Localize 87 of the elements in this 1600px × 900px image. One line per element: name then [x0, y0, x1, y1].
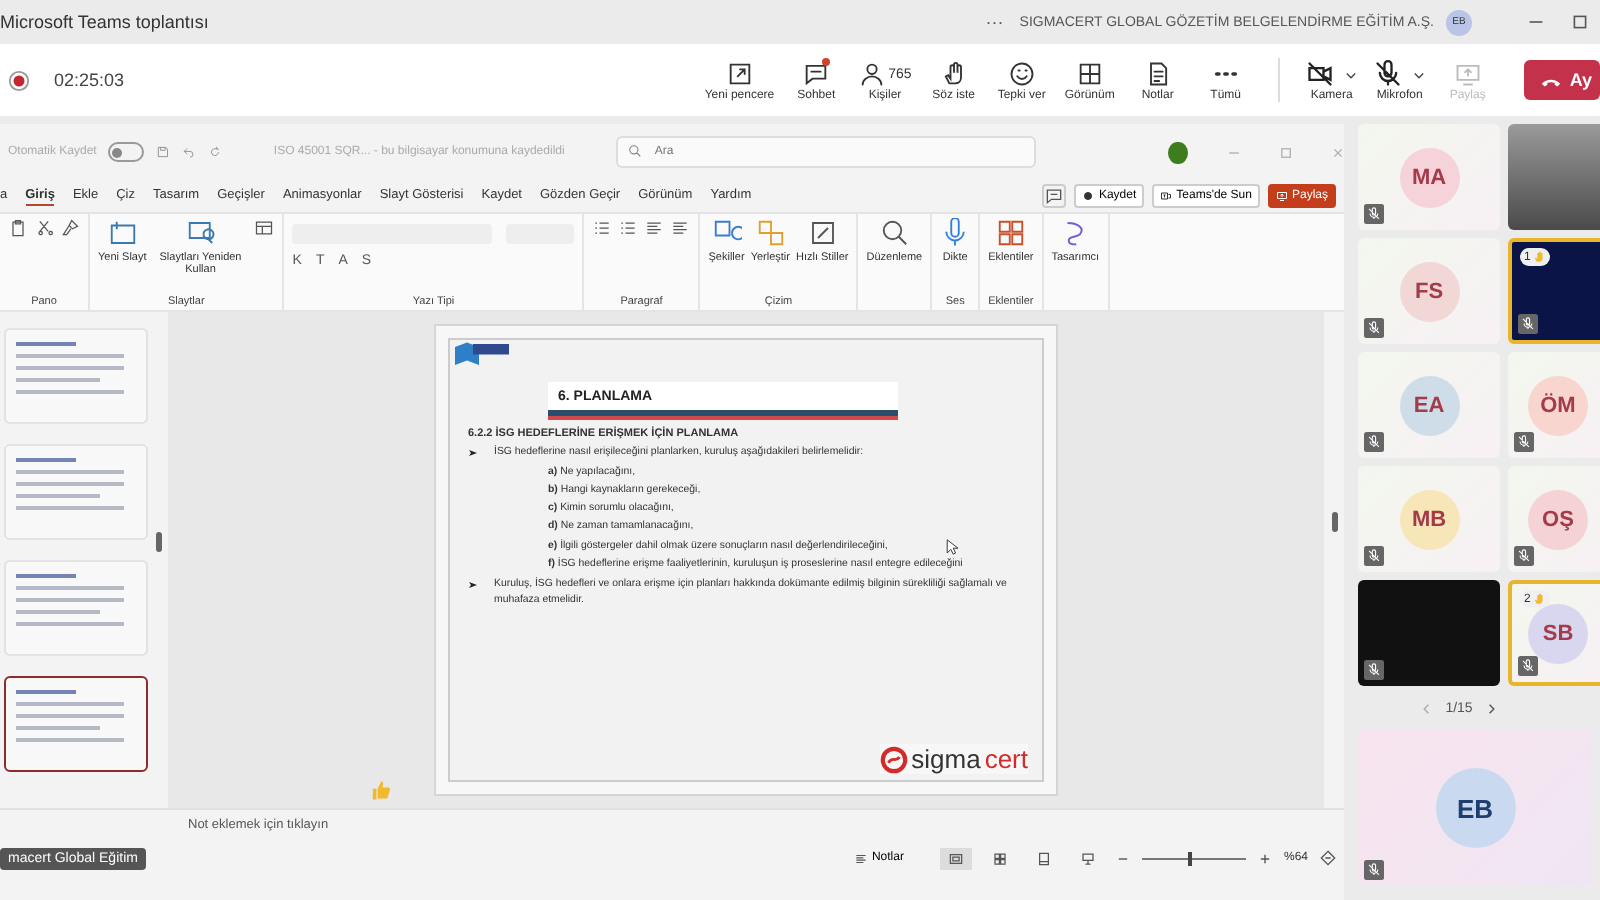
- muted-mic-icon: [1364, 432, 1384, 452]
- mouse-pointer-icon: [946, 538, 958, 556]
- muted-mic-icon: [1364, 204, 1384, 224]
- align-icon: [644, 218, 665, 238]
- share-icon: [1275, 190, 1288, 202]
- arrow-bullet-icon: [468, 447, 478, 457]
- participant-avatar: SB: [1528, 603, 1588, 663]
- list-icon: [592, 218, 613, 238]
- arrange-icon: [755, 218, 786, 248]
- hand-icon: [1532, 250, 1547, 264]
- record-icon: [1082, 190, 1095, 202]
- more-options-button[interactable]: ···: [985, 12, 1004, 32]
- maximize-icon[interactable]: [1572, 14, 1588, 30]
- participant-avatar: OŞ: [1528, 489, 1588, 549]
- user-avatar[interactable]: [1168, 141, 1188, 163]
- zoom-in-icon[interactable]: [1257, 851, 1272, 865]
- participant-tile[interactable]: EA: [1358, 352, 1500, 458]
- cut-icon: [34, 218, 54, 238]
- brush-icon: [60, 218, 80, 238]
- slide-thumbnail[interactable]: [4, 676, 148, 772]
- next-page-icon[interactable]: [1484, 701, 1499, 715]
- muted-mic-icon: [1364, 546, 1384, 566]
- chat-icon: [802, 60, 831, 88]
- muted-mic-icon: [1518, 656, 1538, 676]
- muted-mic-icon: [1518, 314, 1538, 334]
- muted-mic-icon: [1514, 546, 1534, 566]
- grid-icon: [1075, 60, 1104, 88]
- meeting-timer: 02:25:03: [54, 70, 125, 90]
- participant-tile[interactable]: MA: [1358, 124, 1500, 230]
- window-icon: [725, 60, 754, 88]
- thumbs-up-icon: [368, 778, 392, 802]
- normal-view-icon[interactable]: [939, 847, 972, 869]
- layout-icon: [254, 218, 275, 238]
- scrollbar-thumb[interactable]: [1331, 512, 1337, 532]
- participant-tile[interactable]: FS: [1358, 238, 1500, 344]
- caret-icon[interactable]: [1411, 67, 1426, 81]
- participant-avatar: MB: [1399, 489, 1459, 549]
- hand-icon: [939, 60, 968, 88]
- participant-tile[interactable]: MB: [1358, 466, 1500, 572]
- emoji-icon: [1007, 60, 1036, 88]
- zoom-slider-thumb[interactable]: [1188, 851, 1193, 865]
- book-logo-icon: [452, 338, 512, 368]
- muted-mic-icon: [1364, 860, 1384, 880]
- muted-mic-icon: [1514, 432, 1534, 452]
- notes-icon: [853, 851, 868, 865]
- hand-icon: [1532, 592, 1547, 606]
- participant-tile[interactable]: [1358, 580, 1500, 686]
- reuse-icon: [185, 218, 216, 248]
- dictate-icon: [940, 218, 971, 248]
- teams-icon: [1160, 190, 1173, 202]
- paste-icon: [8, 218, 28, 238]
- logo-text: cert: [984, 744, 1028, 774]
- find-icon: [879, 218, 910, 248]
- leave-button[interactable]: Ay: [1523, 60, 1600, 100]
- participant-avatar: EB: [1435, 768, 1515, 848]
- search-icon: [628, 144, 643, 158]
- participant-avatar: ÖM: [1528, 375, 1588, 435]
- paste-button[interactable]: [8, 218, 28, 242]
- autosave-toggle[interactable]: [108, 142, 145, 162]
- participant-avatar: MA: [1399, 147, 1459, 207]
- share-screen-icon: [1453, 60, 1482, 88]
- participant-tile[interactable]: EB: [1358, 730, 1592, 886]
- people-icon: [858, 60, 887, 88]
- undo-icon[interactable]: [182, 144, 196, 160]
- window-title: Microsoft Teams toplantısı: [0, 12, 211, 32]
- addins-icon: [995, 218, 1026, 248]
- participant-avatar: FS: [1399, 261, 1459, 321]
- comment-icon[interactable]: [1042, 184, 1067, 208]
- caret-icon[interactable]: [1343, 67, 1358, 81]
- participant-avatar: EA: [1399, 375, 1459, 435]
- participant-tile[interactable]: OŞ: [1508, 466, 1600, 572]
- align-icon: [670, 218, 691, 238]
- arrow-bullet-icon: [468, 579, 478, 590]
- newslide-icon: [107, 218, 138, 248]
- logo-ring-icon: [879, 745, 908, 773]
- styles-icon: [807, 218, 838, 248]
- save-icon[interactable]: [156, 144, 171, 160]
- participant-tile[interactable]: ÖM: [1508, 352, 1600, 458]
- camera-off-icon: [1305, 60, 1334, 88]
- fit-slide-icon[interactable]: [1320, 850, 1336, 866]
- muted-mic-icon: [1364, 318, 1384, 338]
- video-placeholder[interactable]: [1508, 124, 1600, 230]
- mic-off-icon: [1373, 60, 1402, 88]
- list-icon: [618, 218, 639, 238]
- logo-text: sigma: [911, 744, 981, 774]
- scrollbar-thumb[interactable]: [155, 532, 161, 552]
- muted-mic-icon: [1364, 660, 1384, 680]
